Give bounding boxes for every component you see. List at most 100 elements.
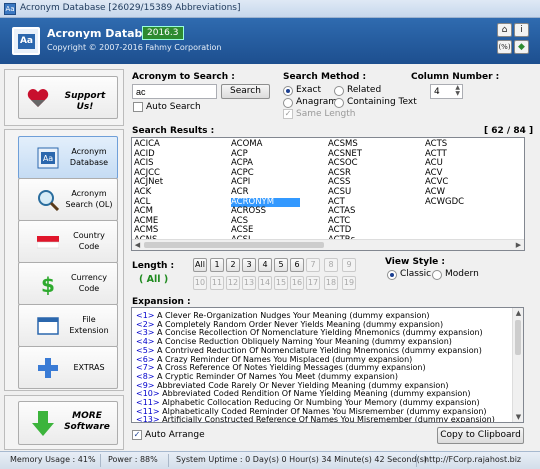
home-icon[interactable]: ⌂ [497, 23, 512, 37]
support-button[interactable]: Support Us! [18, 76, 118, 119]
expansion-text: Abbreviated Code Rarely Or Never Yieldin… [154, 380, 449, 390]
auto-arrange-checkbox[interactable]: ✓ [132, 430, 142, 440]
scroll-up-icon[interactable]: ▲ [513, 308, 523, 318]
length-button-12[interactable]: 12 [226, 276, 240, 290]
nav-file-extension[interactable]: File Extension [18, 304, 118, 347]
nav-extras[interactable]: EXTRAS [18, 346, 118, 389]
copy-to-clipboard-button[interactable]: Copy to Clipboard [437, 427, 524, 444]
method-anagram-radio[interactable] [283, 98, 293, 108]
results-list[interactable]: ACICA ACID ACIS ACJCC ACJNet ACK ACL ACM ACME ACM… [131, 137, 525, 251]
view-style-label: View Style : [385, 257, 446, 267]
title-bar: Aa Acronym Database [26029/15389 Abbrevi… [0, 0, 540, 18]
length-button-2[interactable]: 2 [226, 258, 240, 272]
scroll-thumb[interactable] [515, 320, 521, 355]
auto-search-label: Auto Search [146, 102, 201, 112]
version-badge: 2016.3 [142, 26, 184, 40]
expansion-number: <4> [136, 337, 155, 347]
expansion-text: A Clever Re-Organization Nudges Your Mea… [154, 311, 430, 320]
search-input[interactable] [132, 84, 217, 99]
info-icon[interactable]: i [514, 23, 529, 37]
expansion-number: <7> [136, 363, 155, 373]
expansion-vscrollbar[interactable]: ▲ ▼ [512, 308, 523, 422]
expansion-row[interactable]: <13> Artificially Constructed Reference … [136, 415, 495, 422]
app-logo-icon: Aa [12, 27, 40, 55]
length-current: ( All ) [139, 274, 169, 285]
nav-acronym-search[interactable]: Acronym Search (OL) [18, 178, 118, 221]
memory-usage: Memory Usage : 41% [10, 455, 96, 464]
scroll-left-icon[interactable]: ◀ [132, 240, 143, 250]
nav-country-code[interactable]: Country Code [18, 220, 118, 263]
nav-acronym-database[interactable]: Aa Acronym Database [18, 136, 118, 179]
length-button-3[interactable]: 3 [242, 258, 256, 272]
nav-label: EXTRAS [73, 363, 105, 372]
website-link[interactable]: http://FCorp.rajahost.biz [424, 455, 521, 464]
app-icon: Aa [4, 3, 16, 15]
length-button-8[interactable]: 8 [324, 258, 338, 272]
method-anagram-label: Anagram [296, 97, 338, 107]
svg-text:$: $ [41, 273, 55, 295]
plus-icon [38, 358, 58, 378]
method-related-label: Related [347, 85, 382, 95]
percent-icon[interactable]: (%) [497, 40, 512, 54]
same-length-label: Same Length [296, 109, 356, 119]
expansion-text: A Cryptic Reminder Of Names You Meet (du… [154, 371, 398, 381]
search-method-label: Search Method : [283, 72, 367, 82]
scroll-thumb[interactable] [144, 242, 324, 248]
nav-currency-code[interactable]: $ Currency Code [18, 262, 118, 305]
search-button[interactable]: Search [221, 84, 270, 99]
shield-icon[interactable]: ◆ [514, 40, 529, 54]
method-containing-radio[interactable] [334, 98, 344, 108]
length-button-11[interactable]: 11 [210, 276, 224, 290]
auto-search-checkbox[interactable] [133, 102, 143, 112]
more-software-button[interactable]: MORE Software [18, 401, 118, 445]
length-button-all[interactable]: All [193, 258, 207, 272]
length-button-18[interactable]: 18 [324, 276, 338, 290]
length-button-14[interactable]: 14 [258, 276, 272, 290]
column-number-value: 4 [434, 87, 440, 97]
method-containing-label: Containing Text [347, 97, 417, 107]
view-modern-radio[interactable] [432, 270, 442, 280]
search-label: Acronym to Search : [132, 72, 235, 82]
power-status: Power : 88% [108, 455, 158, 464]
length-button-4[interactable]: 4 [258, 258, 272, 272]
expansion-text: A Concise Reduction Obliquely Naming You… [154, 337, 452, 347]
expansion-number: <11> [136, 398, 160, 407]
expansion-number: <8> [136, 371, 155, 381]
length-button-6[interactable]: 6 [290, 258, 304, 272]
view-classic-radio[interactable] [387, 270, 397, 280]
expansion-list[interactable]: <1> A Clever Re-Organization Nudges Your… [131, 307, 524, 423]
column-number-spinner[interactable]: 4 ▲ ▼ [430, 84, 463, 99]
length-button-10[interactable]: 10 [193, 276, 207, 290]
results-count: [ 62 / 84 ] [484, 126, 534, 136]
window-icon [37, 317, 59, 335]
length-button-16[interactable]: 16 [290, 276, 304, 290]
dollar-icon: $ [41, 273, 55, 295]
scroll-right-icon[interactable]: ▶ [513, 240, 524, 250]
results-column: ACOMA ACP ACPA ACPC ACPI ACR ACRONYM ACROSS ACS A… [231, 139, 301, 246]
expansion-number: <3> [136, 328, 155, 338]
spinner-arrows-icon[interactable]: ▲ ▼ [455, 85, 460, 97]
method-exact-label: Exact [296, 85, 322, 95]
length-button-17[interactable]: 17 [306, 276, 320, 290]
length-button-15[interactable]: 15 [274, 276, 288, 290]
support-panel: Support Us! [4, 69, 124, 126]
support-label: Support Us! [64, 91, 106, 112]
results-hscrollbar[interactable]: ◀ ▶ [132, 239, 524, 250]
length-button-7[interactable]: 7 [306, 258, 320, 272]
view-modern-label: Modern [445, 269, 479, 279]
expansion-label: Expansion : [132, 297, 191, 307]
expansion-number: <1> [136, 311, 155, 320]
expansion-number: <11> [136, 406, 160, 416]
length-button-19[interactable]: 19 [342, 276, 356, 290]
same-length-checkbox[interactable]: ✓ [283, 109, 293, 119]
scroll-down-icon[interactable]: ▼ [513, 412, 523, 422]
length-button-1[interactable]: 1 [210, 258, 224, 272]
expansion-text: Alphabetically Coded Reminder Of Names Y… [159, 406, 487, 416]
length-button-5[interactable]: 5 [274, 258, 288, 272]
expansion-text: A Contrived Reduction Of Nomenclature Yi… [154, 345, 482, 355]
result-item[interactable]: ACWGDC [425, 197, 464, 208]
method-exact-radio[interactable] [283, 86, 293, 96]
length-button-13[interactable]: 13 [242, 276, 256, 290]
length-button-9[interactable]: 9 [342, 258, 356, 272]
method-related-radio[interactable] [334, 86, 344, 96]
